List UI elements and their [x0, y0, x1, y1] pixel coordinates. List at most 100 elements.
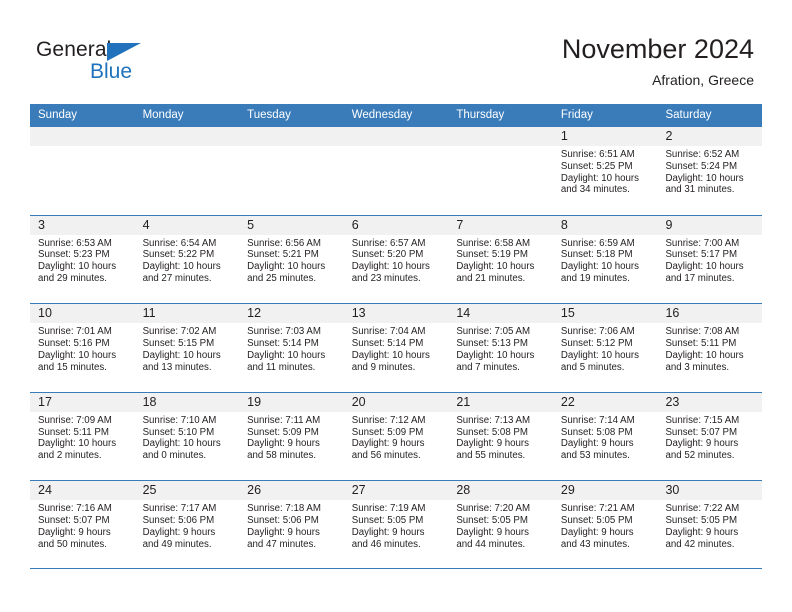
sunrise-text: Sunrise: 7:06 AM: [560, 326, 635, 338]
daylight-text-line1: Daylight: 10 hours: [456, 261, 535, 273]
day-cell[interactable]: [343, 127, 449, 215]
day-number: 9: [665, 217, 673, 232]
day-number: 7: [456, 217, 464, 232]
day-cell[interactable]: 29 Sunrise: 7:21 AM Sunset: 5:05 PM Dayl…: [552, 481, 658, 568]
day-cell[interactable]: 20 Sunrise: 7:12 AM Sunset: 5:09 PM Dayl…: [343, 392, 449, 481]
day-info: Sunrise: 7:05 AM Sunset: 5:13 PM Dayligh…: [448, 323, 553, 373]
daylight-text-line1: Daylight: 9 hours: [665, 438, 739, 450]
day-cell[interactable]: 26 Sunrise: 7:18 AM Sunset: 5:06 PM Dayl…: [239, 481, 344, 568]
sunrise-text: Sunrise: 7:13 AM: [456, 414, 531, 426]
sunset-text: Sunset: 5:25 PM: [560, 160, 633, 172]
day-cell[interactable]: 11 Sunrise: 7:02 AM Sunset: 5:15 PM Dayl…: [134, 304, 240, 392]
daylight-text-line2: and 55 minutes.: [456, 450, 526, 462]
day-cell[interactable]: 21 Sunrise: 7:13 AM Sunset: 5:08 PM Dayl…: [448, 392, 553, 481]
daylight-text-line2: and 27 minutes.: [142, 272, 212, 284]
day-number-band: 4: [134, 215, 240, 235]
day-number-band: 15: [552, 304, 658, 324]
day-cell[interactable]: 1 Sunrise: 6:51 AM Sunset: 5:25 PM Dayli…: [552, 127, 658, 215]
daylight-text-line1: Daylight: 10 hours: [560, 261, 639, 273]
day-cell[interactable]: 2 Sunrise: 6:52 AM Sunset: 5:24 PM Dayli…: [657, 127, 763, 215]
day-number-band: 25: [134, 481, 240, 501]
day-cell[interactable]: 30 Sunrise: 7:22 AM Sunset: 5:05 PM Dayl…: [657, 481, 763, 568]
day-number: 2: [665, 129, 673, 143]
day-cell[interactable]: 24 Sunrise: 7:16 AM Sunset: 5:07 PM Dayl…: [30, 481, 135, 568]
day-number: 10: [38, 306, 52, 321]
daylight-text-line2: and 5 minutes.: [560, 361, 625, 373]
day-number: 8: [560, 217, 568, 232]
daylight-text-line1: Daylight: 10 hours: [142, 438, 221, 450]
sunset-text: Sunset: 5:06 PM: [247, 515, 319, 527]
day-cell[interactable]: [239, 127, 344, 215]
daylight-text-line2: and 21 minutes.: [456, 272, 526, 284]
sunrise-text: Sunrise: 7:18 AM: [247, 503, 321, 515]
sunset-text: Sunset: 5:11 PM: [38, 426, 109, 438]
page-subtitle: Afration, Greece: [652, 72, 754, 88]
daylight-text-line2: and 46 minutes.: [351, 538, 421, 550]
day-cell[interactable]: 23 Sunrise: 7:15 AM Sunset: 5:07 PM Dayl…: [657, 392, 763, 481]
generalblue-logo[interactable]: General Blue: [36, 38, 166, 84]
sunset-text: Sunset: 5:09 PM: [247, 426, 319, 438]
sunrise-text: Sunrise: 7:00 AM: [665, 237, 740, 249]
day-cell[interactable]: 10 Sunrise: 7:01 AM Sunset: 5:16 PM Dayl…: [30, 304, 135, 392]
day-cell[interactable]: [448, 127, 553, 215]
day-number-band: 7: [448, 215, 553, 235]
day-info: [344, 146, 449, 149]
day-cell[interactable]: 6 Sunrise: 6:57 AM Sunset: 5:20 PM Dayli…: [343, 215, 449, 304]
daylight-text-line1: Daylight: 10 hours: [351, 261, 430, 273]
daylight-text-line1: Daylight: 9 hours: [247, 438, 320, 450]
day-number-band: 21: [448, 392, 553, 412]
day-number-band: 5: [239, 215, 344, 235]
day-number-band: 27: [343, 481, 449, 501]
day-number: 25: [142, 483, 157, 498]
day-cell[interactable]: 9 Sunrise: 7:00 AM Sunset: 5:17 PM Dayli…: [657, 215, 763, 304]
day-cell[interactable]: 25 Sunrise: 7:17 AM Sunset: 5:06 PM Dayl…: [134, 481, 240, 568]
sunrise-text: Sunrise: 7:08 AM: [665, 326, 740, 338]
title-block: November 2024 Afration, Greece: [562, 33, 754, 89]
day-cell[interactable]: 18 Sunrise: 7:10 AM Sunset: 5:10 PM Dayl…: [134, 392, 240, 481]
sunset-text: Sunset: 5:05 PM: [351, 515, 424, 527]
day-cell[interactable]: 28 Sunrise: 7:20 AM Sunset: 5:05 PM Dayl…: [448, 481, 553, 568]
day-info: Sunrise: 7:16 AM Sunset: 5:07 PM Dayligh…: [30, 500, 135, 550]
daylight-text-line2: and 2 minutes.: [38, 450, 102, 462]
day-number-band: 6: [343, 215, 449, 235]
day-cell[interactable]: 19 Sunrise: 7:11 AM Sunset: 5:09 PM Dayl…: [239, 392, 344, 481]
daylight-text-line1: Daylight: 10 hours: [38, 438, 117, 450]
daylight-text-line1: Daylight: 10 hours: [247, 349, 326, 361]
sunrise-text: Sunrise: 7:19 AM: [351, 503, 426, 515]
day-info: Sunrise: 6:54 AM Sunset: 5:22 PM Dayligh…: [135, 235, 240, 285]
day-number-band: 30: [657, 481, 763, 501]
daylight-text-line1: Daylight: 9 hours: [247, 526, 320, 538]
day-cell[interactable]: 15 Sunrise: 7:06 AM Sunset: 5:12 PM Dayl…: [552, 304, 658, 392]
sunrise-text: Sunrise: 6:56 AM: [247, 237, 321, 249]
day-cell[interactable]: 27 Sunrise: 7:19 AM Sunset: 5:05 PM Dayl…: [343, 481, 449, 568]
day-number: 5: [247, 217, 255, 232]
day-number: 22: [560, 394, 575, 409]
day-cell[interactable]: [30, 127, 135, 215]
day-cell[interactable]: 16 Sunrise: 7:08 AM Sunset: 5:11 PM Dayl…: [657, 304, 763, 392]
day-cell[interactable]: 17 Sunrise: 7:09 AM Sunset: 5:11 PM Dayl…: [30, 392, 135, 481]
day-cell[interactable]: 12 Sunrise: 7:03 AM Sunset: 5:14 PM Dayl…: [239, 304, 344, 392]
sunrise-text: Sunrise: 7:09 AM: [38, 414, 112, 426]
day-cell[interactable]: [134, 127, 240, 215]
day-cell[interactable]: 3 Sunrise: 6:53 AM Sunset: 5:23 PM Dayli…: [30, 215, 135, 304]
logo-triangle-icon: [107, 43, 141, 61]
day-cell[interactable]: 14 Sunrise: 7:05 AM Sunset: 5:13 PM Dayl…: [448, 304, 553, 392]
sunrise-text: Sunrise: 7:20 AM: [456, 503, 531, 515]
day-cell[interactable]: 22 Sunrise: 7:14 AM Sunset: 5:08 PM Dayl…: [552, 392, 658, 481]
weekday-header-thursday: Thursday: [456, 109, 505, 121]
daylight-text-line2: and 58 minutes.: [247, 450, 317, 462]
weekday-header-sunday: Sunday: [38, 109, 78, 121]
day-number-band: 22: [552, 392, 658, 412]
day-cell[interactable]: 5 Sunrise: 6:56 AM Sunset: 5:21 PM Dayli…: [239, 215, 344, 304]
day-cell[interactable]: 4 Sunrise: 6:54 AM Sunset: 5:22 PM Dayli…: [134, 215, 240, 304]
sunrise-text: Sunrise: 6:53 AM: [38, 237, 112, 249]
sunset-text: Sunset: 5:09 PM: [351, 426, 424, 438]
day-cell[interactable]: 8 Sunrise: 6:59 AM Sunset: 5:18 PM Dayli…: [552, 215, 658, 304]
day-number: 19: [247, 394, 262, 409]
day-cell[interactable]: 7 Sunrise: 6:58 AM Sunset: 5:19 PM Dayli…: [448, 215, 553, 304]
sunset-text: Sunset: 5:16 PM: [38, 337, 110, 349]
sunset-text: Sunset: 5:20 PM: [351, 249, 424, 261]
weekday-header-monday: Monday: [142, 109, 184, 121]
sunrise-text: Sunrise: 7:16 AM: [38, 503, 112, 515]
day-cell[interactable]: 13 Sunrise: 7:04 AM Sunset: 5:14 PM Dayl…: [343, 304, 449, 392]
